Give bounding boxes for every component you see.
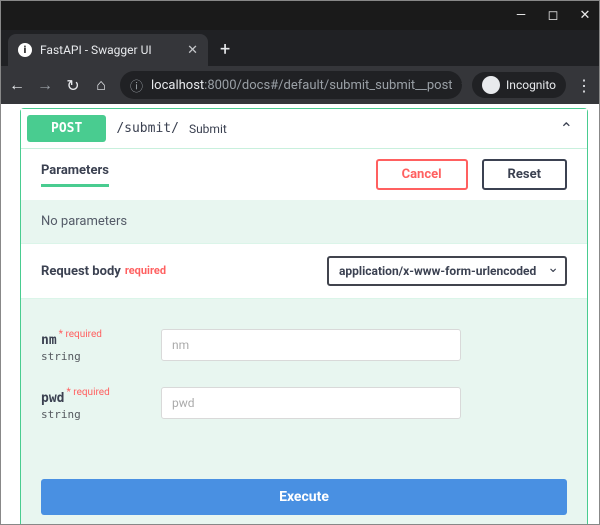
field-type: string: [41, 408, 161, 421]
tab-close-icon[interactable]: ✕: [187, 43, 198, 58]
incognito-icon: 🕶: [482, 76, 500, 94]
site-info-icon[interactable]: ⓘ: [130, 76, 143, 95]
http-method-badge: POST: [27, 115, 106, 142]
form-field-pwd: pwd* required string: [41, 387, 567, 421]
page-content: POST /submit/ Submit ⌃ Parameters Cancel…: [0, 104, 600, 525]
operation-block: POST /submit/ Submit ⌃ Parameters Cancel…: [20, 108, 588, 525]
tab-title: FastAPI - Swagger UI: [40, 43, 152, 57]
parameters-title: Parameters: [41, 163, 109, 187]
pwd-input[interactable]: [161, 387, 461, 419]
incognito-indicator[interactable]: 🕶 Incognito: [472, 72, 566, 98]
nm-input[interactable]: [161, 329, 461, 361]
request-body-title: Request bodyrequired: [41, 264, 166, 279]
window-titlebar: — ◻ ✕: [0, 0, 600, 30]
incognito-label: Incognito: [506, 78, 556, 92]
nav-forward-icon[interactable]: →: [36, 75, 54, 95]
browser-menu-icon[interactable]: ⋮: [576, 76, 592, 95]
nav-reload-icon[interactable]: ↻: [64, 76, 82, 95]
execute-button[interactable]: Execute: [41, 479, 567, 515]
nav-home-icon[interactable]: ⌂: [92, 75, 110, 95]
field-required-label: * required: [66, 387, 109, 398]
parameters-header: Parameters Cancel Reset: [21, 148, 587, 200]
window-close-icon[interactable]: ✕: [578, 8, 592, 23]
reset-button[interactable]: Reset: [482, 159, 567, 190]
form-field-nm: nm* required string: [41, 329, 567, 363]
cancel-button[interactable]: Cancel: [376, 159, 468, 190]
browser-toolbar: ← → ↻ ⌂ ⓘ localhost:8000/docs#/default/s…: [0, 66, 600, 104]
field-required-label: * required: [59, 329, 102, 340]
chevron-up-icon[interactable]: ⌃: [560, 119, 573, 138]
browser-tab[interactable]: i FastAPI - Swagger UI ✕: [8, 34, 208, 66]
operation-summary: Submit: [189, 122, 227, 136]
bookmark-star-icon[interactable]: ☆: [461, 78, 462, 93]
url-bar[interactable]: ⓘ localhost:8000/docs#/default/submit_su…: [120, 71, 462, 99]
operation-path: /submit/: [116, 121, 179, 136]
content-type-select-wrap: application/x-www-form-urlencoded: [327, 256, 567, 286]
url-text: localhost:8000/docs#/default/submit_subm…: [151, 78, 453, 93]
nav-back-icon[interactable]: ←: [8, 75, 26, 95]
content-type-select[interactable]: application/x-www-form-urlencoded: [327, 256, 567, 286]
field-name: nm: [41, 333, 57, 348]
operation-header[interactable]: POST /submit/ Submit ⌃: [21, 109, 587, 148]
request-body-header: Request bodyrequired application/x-www-f…: [21, 243, 587, 299]
request-body-form: nm* required string pwd* required string: [21, 299, 587, 469]
field-name: pwd: [41, 391, 64, 406]
browser-tabstrip: i FastAPI - Swagger UI ✕ +: [0, 30, 600, 66]
window-minimize-icon[interactable]: —: [514, 8, 528, 23]
no-parameters-text: No parameters: [21, 200, 587, 243]
favicon-icon: i: [18, 43, 32, 57]
window-maximize-icon[interactable]: ◻: [546, 8, 560, 23]
new-tab-button[interactable]: +: [220, 39, 230, 60]
field-type: string: [41, 350, 161, 363]
